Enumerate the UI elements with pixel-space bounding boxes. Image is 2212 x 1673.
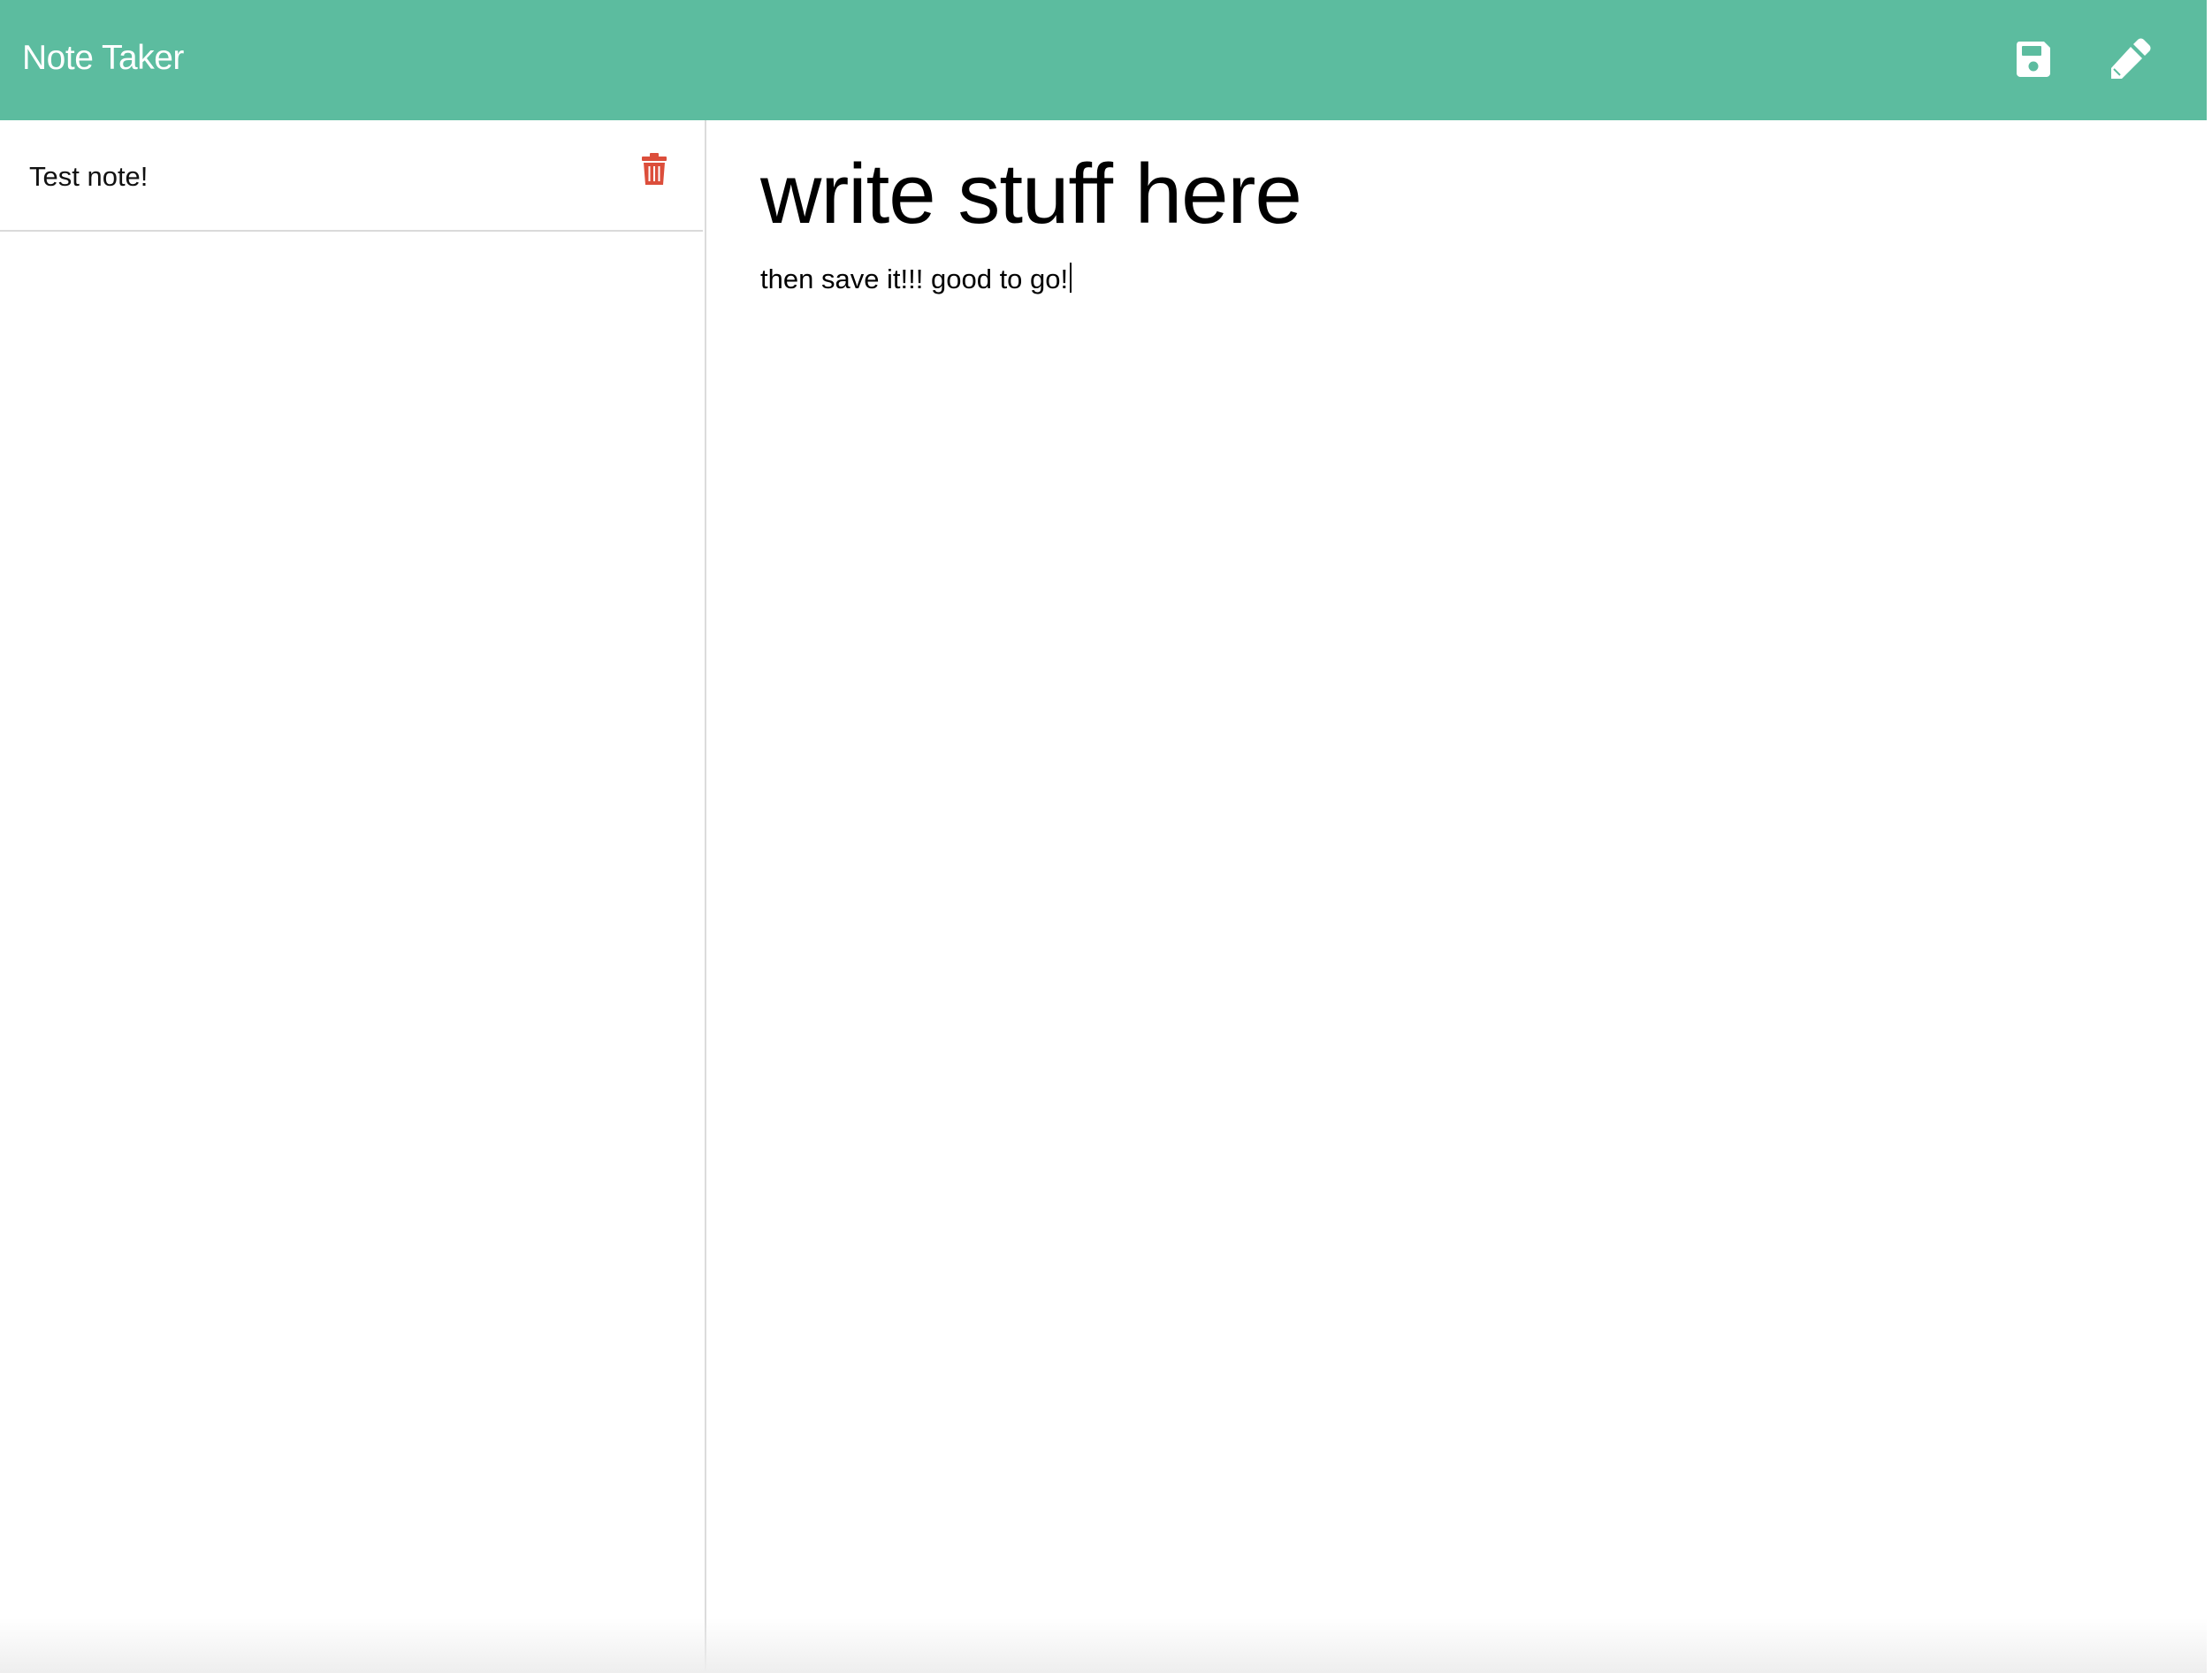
notes-sidebar: Test note! <box>0 120 706 1673</box>
save-note-button[interactable] <box>2007 32 2060 85</box>
window-right-edge <box>2207 0 2212 1673</box>
app-title: Note Taker <box>22 39 184 77</box>
save-icon <box>2017 42 2050 77</box>
text-cursor <box>1070 263 1072 293</box>
note-taker-page: Note Taker Test note! write stuff here t… <box>0 0 2212 1673</box>
trash-icon <box>642 153 667 185</box>
top-navbar: Note Taker <box>0 0 2207 120</box>
note-list-item[interactable]: Test note! <box>0 120 703 232</box>
pencil-icon <box>2111 38 2151 79</box>
note-list-item-title[interactable]: Test note! <box>29 159 148 195</box>
note-editor[interactable]: write stuff here then save it!!! good to… <box>706 120 2207 1673</box>
note-text-area[interactable]: then save it!!! good to go! <box>760 262 1072 297</box>
new-note-button[interactable] <box>2104 32 2157 85</box>
delete-note-button[interactable] <box>638 151 670 187</box>
note-text-value: then save it!!! good to go! <box>760 264 1069 294</box>
note-title-input[interactable]: write stuff here <box>760 141 1302 248</box>
